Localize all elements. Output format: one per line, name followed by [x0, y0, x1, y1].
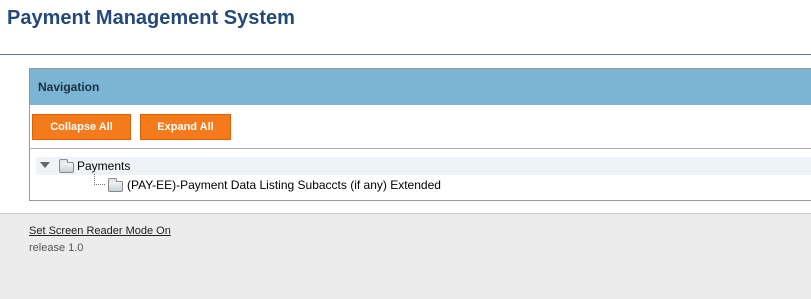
folder-icon — [59, 159, 74, 173]
navigation-header: Navigation — [30, 69, 811, 105]
chevron-down-icon[interactable] — [40, 162, 50, 168]
release-version: release 1.0 — [29, 242, 84, 254]
collapse-all-button[interactable]: Collapse All — [32, 114, 131, 140]
app-title: Payment Management System — [7, 7, 295, 29]
folder-icon — [108, 178, 123, 192]
tree-node-payments[interactable]: Payments — [36, 157, 811, 175]
screen-reader-mode-link[interactable]: Set Screen Reader Mode On — [29, 225, 171, 237]
expand-all-button[interactable]: Expand All — [140, 114, 231, 140]
main-content: Navigation Collapse All Expand All Payme… — [0, 55, 811, 214]
navigation-title: Navigation — [38, 80, 100, 94]
navigation-panel: Navigation Collapse All Expand All Payme… — [29, 68, 811, 201]
page-header: Payment Management System — [0, 0, 811, 55]
tree-node-label[interactable]: Payments — [77, 159, 130, 173]
tree-connector — [94, 174, 105, 185]
divider — [30, 148, 811, 149]
tree-node-pay-ee[interactable]: (PAY-EE)-Payment Data Listing Subaccts (… — [36, 174, 811, 194]
tree-node-label[interactable]: (PAY-EE)-Payment Data Listing Subaccts (… — [127, 178, 441, 192]
